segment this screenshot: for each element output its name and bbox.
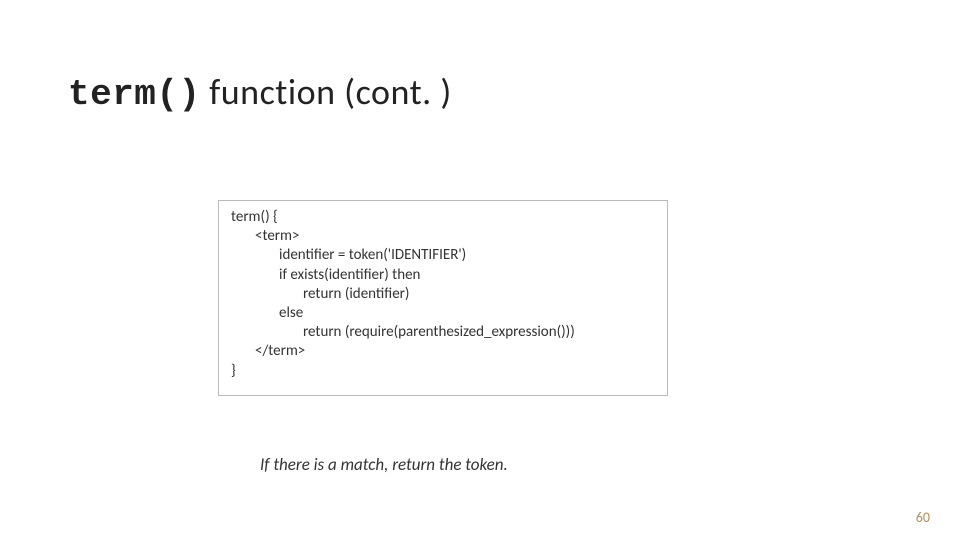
code-line: if exists(identifier) then: [279, 266, 655, 285]
code-line: <term>: [255, 227, 655, 246]
code-line: }: [231, 362, 655, 381]
code-line: return (identifier): [303, 285, 655, 304]
code-line: return (require(parenthesized_expression…: [303, 323, 655, 342]
code-line: identifier = token('IDENTIFIER'): [279, 246, 655, 265]
code-line: else: [279, 304, 655, 323]
slide-title: term() function (cont. ): [68, 70, 452, 115]
caption: If there is a match, return the token.: [260, 454, 508, 475]
code-box: term() { <term> identifier = token('IDEN…: [218, 200, 668, 396]
title-rest: function (cont. ): [201, 70, 452, 114]
code-line: </term>: [255, 342, 655, 361]
slide: term() function (cont. ) term() { <term>…: [0, 0, 960, 540]
page-number: 60: [916, 509, 930, 526]
title-mono: term(): [68, 74, 201, 115]
code-line: term() {: [231, 208, 655, 227]
